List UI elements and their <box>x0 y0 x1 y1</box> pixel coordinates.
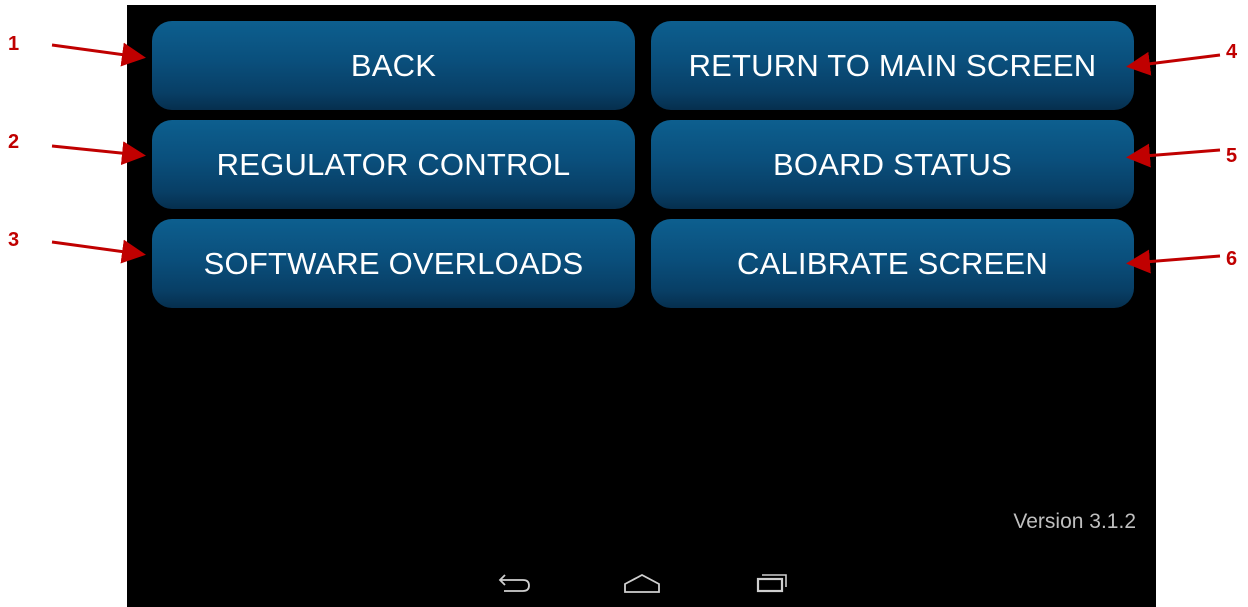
annotation-number-3: 3 <box>8 229 20 251</box>
board-status-button[interactable]: BOARD STATUS <box>651 120 1134 209</box>
calibrate-screen-button[interactable]: CALIBRATE SCREEN <box>651 219 1134 308</box>
regulator-control-button[interactable]: REGULATOR CONTROL <box>152 120 635 209</box>
device-screen: BACK REGULATOR CONTROL SOFTWARE OVERLOAD… <box>127 5 1156 607</box>
annotation-number-2: 2 <box>8 131 20 153</box>
back-button[interactable]: BACK <box>152 21 635 110</box>
recent-apps-icon[interactable] <box>752 567 792 597</box>
page: BACK REGULATOR CONTROL SOFTWARE OVERLOAD… <box>0 0 1248 607</box>
annotation-number-1: 1 <box>8 33 20 55</box>
annotation-number-4: 4 <box>1226 41 1238 63</box>
software-overloads-button[interactable]: SOFTWARE OVERLOADS <box>152 219 635 308</box>
back-icon[interactable] <box>493 567 533 597</box>
annotation-number-6: 6 <box>1226 248 1238 270</box>
android-nav-bar <box>127 559 1156 607</box>
version-label: Version 3.1.2 <box>1013 510 1136 533</box>
home-icon[interactable] <box>622 567 662 597</box>
return-to-main-screen-button[interactable]: RETURN TO MAIN SCREEN <box>651 21 1134 110</box>
annotation-number-5: 5 <box>1226 145 1238 167</box>
